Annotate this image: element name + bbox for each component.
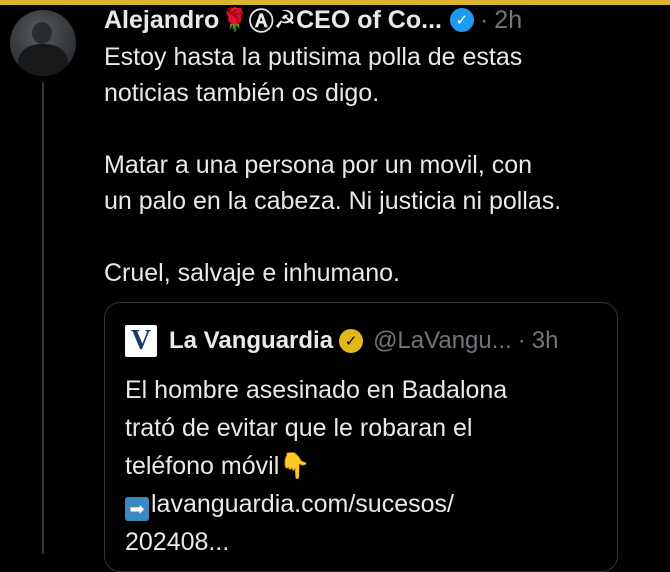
display-name[interactable]: Alejandro (104, 6, 219, 35)
pointing-down-emoji: 👇 (279, 452, 311, 480)
avatar[interactable] (10, 10, 76, 76)
quoted-link-line-2[interactable]: 202408... (125, 523, 617, 561)
quoted-tweet-card[interactable]: V La Vanguardia ✓ @LaVangu... · 3h El ho… (104, 302, 618, 572)
avatar-head-shape (32, 22, 52, 44)
quoted-timestamp[interactable]: 3h (532, 327, 559, 355)
anarchy-symbol: Ⓐ (248, 8, 274, 36)
quoted-line: teléfono móvil👇 (125, 447, 617, 485)
tweet-line: un palo en la cabeza. Ni justicia ni pol… (104, 187, 562, 215)
tweet-text: Estoy hasta la putisima polla de estas n… (104, 39, 664, 291)
quoted-line: El hombre asesinado en Badalona (125, 376, 508, 404)
quoted-tweet-header: V La Vanguardia ✓ @LaVangu... · 3h (125, 321, 617, 361)
separator-dot: · (517, 327, 526, 354)
avatar-column (10, 10, 76, 76)
quoted-link-text[interactable]: lavanguardia.com/sucesos/ (151, 490, 454, 518)
verified-gold-badge-icon: ✓ (339, 329, 364, 353)
verified-badge-icon: ✓ (449, 8, 474, 32)
tweet-line: Matar a una persona por un movil, con (104, 151, 533, 179)
quoted-line-text: teléfono móvil (125, 452, 280, 480)
thread-line (42, 82, 44, 554)
tweet-line: Cruel, salvaje e inhumano. (104, 259, 400, 287)
la-vanguardia-logo[interactable]: V (125, 325, 157, 357)
rose-emoji: 🌹 (221, 7, 249, 32)
tweet[interactable]: Alejandro 🌹 Ⓐ ☭CEO of Co... ✓ · 2h Estoy… (104, 0, 664, 291)
quoted-link-line[interactable]: ➡ lavanguardia.com/sucesos/ (125, 485, 617, 523)
quoted-tweet-text: El hombre asesinado en Badalona trató de… (125, 371, 617, 561)
avatar-shoulders-shape (18, 44, 68, 76)
tweet-line: noticias también os digo. (104, 79, 380, 107)
separator-dot: · (479, 5, 489, 34)
quoted-display-name[interactable]: La Vanguardia (169, 327, 333, 355)
tweet-timestamp[interactable]: 2h (494, 6, 522, 35)
display-name-suffix[interactable]: ☭CEO of Co... (274, 5, 442, 35)
tweet-header: Alejandro 🌹 Ⓐ ☭CEO of Co... ✓ · 2h (104, 2, 664, 38)
quoted-handle[interactable]: @LaVangu... (373, 327, 512, 355)
right-arrow-icon: ➡ (125, 497, 149, 521)
quoted-line: trató de evitar que le robaran el (125, 414, 473, 442)
tweet-line: Estoy hasta la putisima polla de estas (104, 43, 523, 71)
